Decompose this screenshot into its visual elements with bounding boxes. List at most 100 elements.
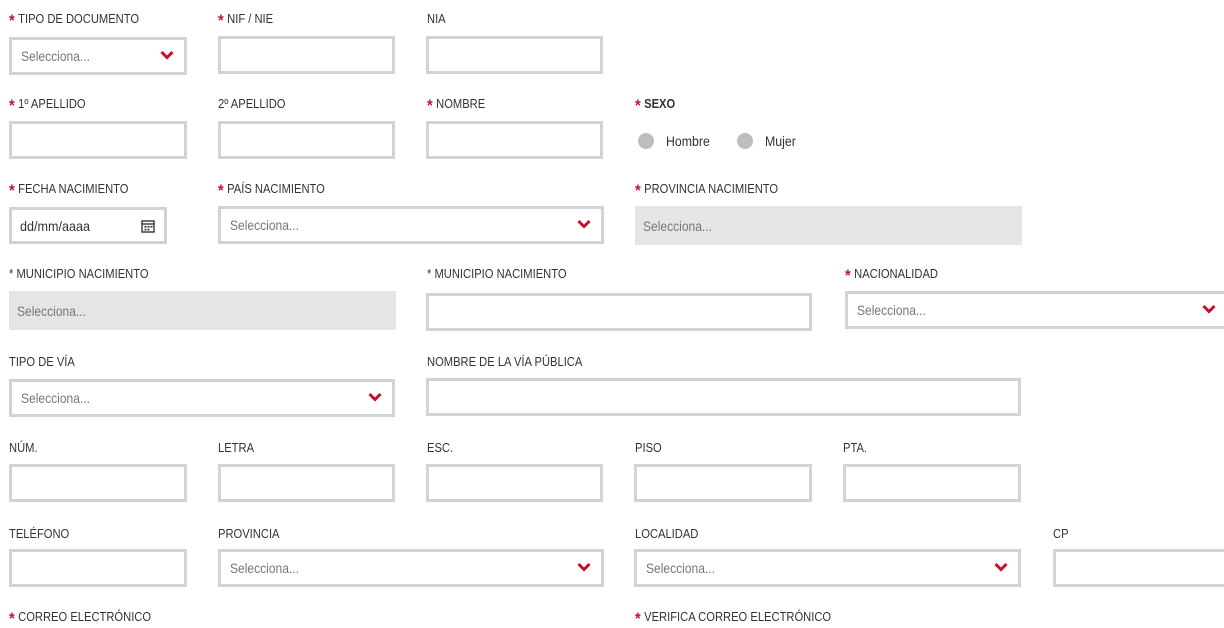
telefono-input[interactable] xyxy=(9,549,187,587)
fecha-nacimiento-input[interactable]: dd/mm/aaaa xyxy=(9,207,167,244)
required-asterisk: * xyxy=(845,266,851,285)
apellido2-input[interactable] xyxy=(218,121,395,159)
label-text: FECHA NACIMIENTO xyxy=(18,181,129,196)
apellido1-label: * 1º APELLIDO xyxy=(9,96,86,114)
municipio-nacimiento-select[interactable]: Selecciona... xyxy=(9,291,396,330)
esc-input[interactable] xyxy=(426,464,603,502)
letra-input[interactable] xyxy=(218,464,395,502)
chevron-down-icon xyxy=(577,562,591,572)
municipio-nacimiento-text-label: * MUNICIPIO NACIMIENTO xyxy=(427,266,567,281)
select-placeholder: Selecciona... xyxy=(857,302,926,318)
label-text: NACIONALIDAD xyxy=(854,266,939,281)
tipo-documento-label: * TIPO DE DOCUMENTO xyxy=(9,11,140,29)
label-text: NÚM. xyxy=(9,440,38,455)
nacionalidad-label: * NACIONALIDAD xyxy=(845,266,939,284)
nombre-via-label: NOMBRE DE LA VÍA PÚBLICA xyxy=(427,354,582,369)
label-text: SEXO xyxy=(644,96,676,111)
nombre-via-input[interactable] xyxy=(426,378,1021,416)
calendar-icon[interactable] xyxy=(141,219,155,233)
chevron-down-icon xyxy=(160,50,174,60)
label-text: PROVINCIA xyxy=(218,526,280,541)
sexo-radio-hombre[interactable]: Hombre xyxy=(638,133,716,149)
required-asterisk: * xyxy=(635,609,641,628)
sexo-label: * SEXO xyxy=(635,96,676,114)
select-placeholder: Selecciona... xyxy=(230,560,299,576)
nacionalidad-select[interactable]: Selecciona... xyxy=(845,291,1224,329)
telefono-label: TELÉFONO xyxy=(9,526,69,541)
radio-circle[interactable] xyxy=(737,133,753,149)
label-text: CP xyxy=(1053,526,1069,541)
pais-nacimiento-select[interactable]: Selecciona... xyxy=(218,206,604,244)
pta-input[interactable] xyxy=(843,464,1021,502)
label-text: NIA xyxy=(427,11,446,26)
pta-label: PTA. xyxy=(843,440,867,455)
label-text: NOMBRE xyxy=(436,96,486,111)
nia-input[interactable] xyxy=(426,36,603,74)
label-text: LETRA xyxy=(218,440,255,455)
date-placeholder: dd/mm/aaaa xyxy=(20,217,91,234)
label-text: PTA. xyxy=(843,440,868,455)
label-text: PISO xyxy=(635,440,662,455)
fecha-nacimiento-label: * FECHA NACIMIENTO xyxy=(9,181,129,199)
label-text: LOCALIDAD xyxy=(635,526,699,541)
municipio-nacimiento-input[interactable] xyxy=(426,293,812,331)
provincia-select[interactable]: Selecciona... xyxy=(218,549,604,587)
sexo-radio-mujer[interactable]: Mujer xyxy=(737,133,800,149)
esc-label: ESC. xyxy=(427,440,453,455)
required-asterisk: * xyxy=(9,609,15,628)
label-text: NIF / NIE xyxy=(227,11,274,26)
select-placeholder: Selecciona... xyxy=(21,48,90,64)
label-text: * MUNICIPIO NACIMIENTO xyxy=(427,266,567,281)
label-text: TIPO DE VÍA xyxy=(9,354,75,369)
nif-nie-input[interactable] xyxy=(218,36,395,74)
verifica-correo-label: * VERIFICA CORREO ELECTRÓNICO xyxy=(635,609,832,627)
tipo-documento-select[interactable]: Selecciona... xyxy=(9,37,187,75)
required-asterisk: * xyxy=(427,96,433,115)
label-text: PROVINCIA NACIMIENTO xyxy=(644,181,779,196)
label-text: VERIFICA CORREO ELECTRÓNICO xyxy=(644,609,832,624)
chevron-down-icon xyxy=(577,219,591,229)
municipio-nacimiento-label: * MUNICIPIO NACIMIENTO xyxy=(9,266,149,281)
nif-nie-label: * NIF / NIE xyxy=(218,11,274,29)
radio-label: Mujer xyxy=(765,133,796,149)
radio-label: Hombre xyxy=(666,133,710,149)
label-text: 1º APELLIDO xyxy=(18,96,86,111)
localidad-select[interactable]: Selecciona... xyxy=(634,549,1021,587)
label-text: TIPO DE DOCUMENTO xyxy=(18,11,140,26)
piso-input[interactable] xyxy=(634,464,812,502)
select-placeholder: Selecciona... xyxy=(17,302,86,319)
label-text: CORREO ELECTRÓNICO xyxy=(18,609,152,624)
radio-circle[interactable] xyxy=(638,133,654,149)
required-asterisk: * xyxy=(218,11,224,30)
chevron-down-icon xyxy=(994,562,1008,572)
label-text: NOMBRE DE LA VÍA PÚBLICA xyxy=(427,354,583,369)
apellido1-input[interactable] xyxy=(9,121,187,159)
label-text: TELÉFONO xyxy=(9,526,70,541)
required-asterisk: * xyxy=(9,181,15,200)
select-placeholder: Selecciona... xyxy=(646,560,715,576)
cp-input[interactable] xyxy=(1053,549,1224,587)
correo-label: * CORREO ELECTRÓNICO xyxy=(9,609,152,627)
nombre-input[interactable] xyxy=(426,121,603,159)
tipo-via-label: TIPO DE VÍA xyxy=(9,354,75,369)
select-placeholder: Selecciona... xyxy=(230,217,299,233)
select-placeholder: Selecciona... xyxy=(21,390,90,406)
letra-label: LETRA xyxy=(218,440,254,455)
required-asterisk: * xyxy=(9,96,15,115)
provincia-nacimiento-select[interactable]: Selecciona... xyxy=(635,206,1022,245)
pais-nacimiento-label: * PAÍS NACIMIENTO xyxy=(218,181,325,199)
required-asterisk: * xyxy=(218,181,224,200)
tipo-via-select[interactable]: Selecciona... xyxy=(9,379,395,417)
required-asterisk: * xyxy=(9,11,15,30)
label-text: 2º APELLIDO xyxy=(218,96,286,111)
required-asterisk: * xyxy=(635,96,641,115)
num-label: NÚM. xyxy=(9,440,38,455)
chevron-down-icon xyxy=(1202,304,1216,314)
required-asterisk: * xyxy=(635,181,641,200)
provincia-label: PROVINCIA xyxy=(218,526,280,541)
label-text: ESC. xyxy=(427,440,454,455)
apellido2-label: 2º APELLIDO xyxy=(218,96,285,111)
piso-label: PISO xyxy=(635,440,662,455)
num-input[interactable] xyxy=(9,464,187,502)
provincia-nacimiento-label: * PROVINCIA NACIMIENTO xyxy=(635,181,779,199)
